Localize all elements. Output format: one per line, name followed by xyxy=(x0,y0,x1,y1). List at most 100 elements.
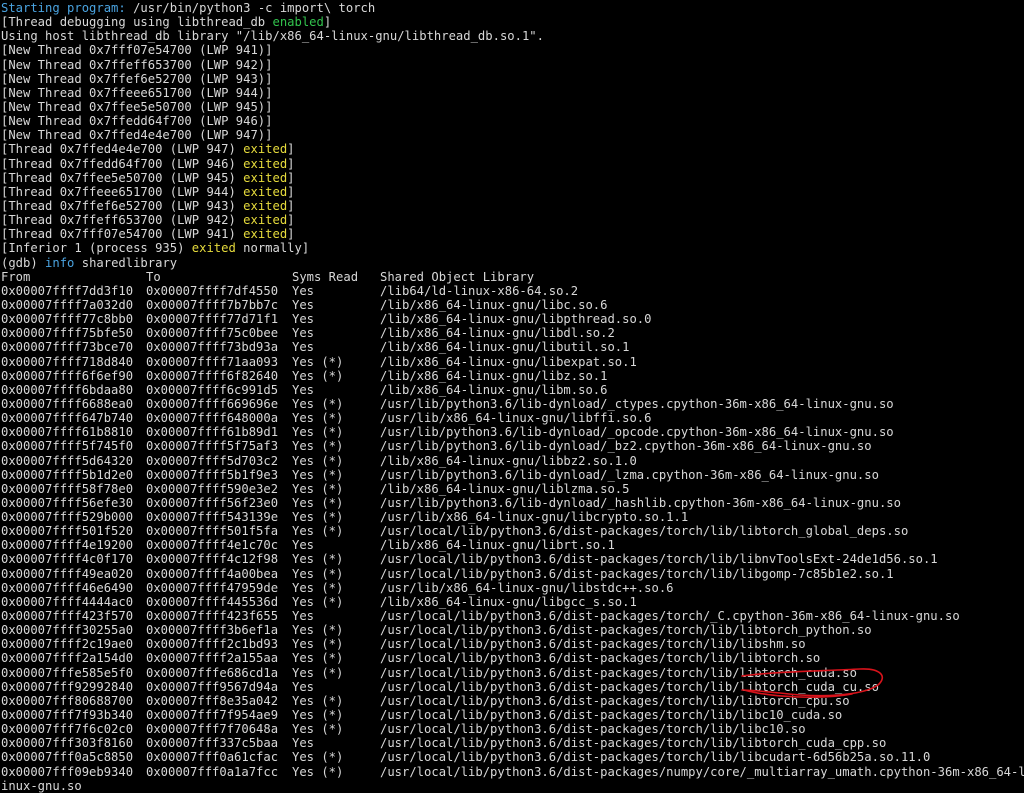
thread-text: [Thread 0x7ffef6e52700 (LWP 943) xyxy=(1,198,244,213)
library-path: /lib/x86_64-linux-gnu/libm.so.6 xyxy=(380,382,608,397)
syms-read-value: Yes (*) xyxy=(292,750,344,765)
to-address: 0x00007fff7f70648a xyxy=(146,722,279,737)
to-address: 0x00007ffff7b7bb7c xyxy=(146,297,279,312)
library-path: /usr/local/lib/python3.6/dist-packages/n… xyxy=(380,764,1024,779)
from-address: 0x00007ffff6bdaa80 xyxy=(1,382,134,397)
from-address: 0x00007ffff46e6490 xyxy=(1,580,134,595)
enabled-word: enabled xyxy=(272,15,324,30)
new-thread-line: [New Thread 0x7ffeee651700 (LWP 944)] xyxy=(1,85,273,100)
table-row: 0x00007ffff5d64320 0x00007ffff5d703c2 Yes … xyxy=(0,454,1024,468)
to-address: 0x00007ffff648000a xyxy=(146,411,279,426)
table-row: 0x00007ffff501f520 0x00007ffff501f5fa Yes … xyxy=(0,524,1024,538)
to-address: 0x00007ffff5f75af3 xyxy=(146,439,279,454)
table-row: 0x00007ffff2c19ae0 0x00007ffff2c1bd93 Yes … xyxy=(0,637,1024,651)
syms-read-value: Yes (*) xyxy=(292,368,344,383)
syms-read-value: Yes (*) xyxy=(292,580,344,595)
from-address: 0x00007ffff423f570 xyxy=(1,609,134,624)
to-address: 0x00007ffff73bd93a xyxy=(146,340,279,355)
library-path: /usr/lib/x86_64-linux-gnu/libcrypto.so.1… xyxy=(380,510,689,525)
col-syms-read: Syms Read xyxy=(292,269,359,284)
library-path: /lib/x86_64-linux-gnu/libutil.so.1 xyxy=(380,340,630,355)
syms-read-value: Yes (*) xyxy=(292,510,344,525)
from-address: 0x00007fff0a5c8850 xyxy=(1,750,134,765)
library-path: /usr/local/lib/python3.6/dist-packages/t… xyxy=(380,665,857,680)
syms-read-value: Yes (*) xyxy=(292,396,344,411)
syms-read-value: Yes xyxy=(292,382,315,397)
table-row: 0x00007ffff5f745f0 0x00007ffff5f75af3 Yes … xyxy=(0,439,1024,453)
exited-word: exited xyxy=(243,227,288,242)
syms-read-value: Yes (*) xyxy=(292,524,344,539)
syms-read-value: Yes (*) xyxy=(292,467,344,482)
table-row: 0x00007ffff56efe30 0x00007ffff56f23e0 Yes … xyxy=(0,496,1024,510)
library-path: /usr/local/lib/python3.6/dist-packages/t… xyxy=(380,623,872,638)
library-path: /lib/x86_64-linux-gnu/libc.so.6 xyxy=(380,297,608,312)
to-address: 0x00007fffe686cd1a xyxy=(146,665,279,680)
table-row: 0x00007ffff73bce70 0x00007ffff73bd93a Yes /… xyxy=(0,340,1024,354)
to-address: 0x00007fff0a1a7fcc xyxy=(146,764,279,779)
to-address: 0x00007fff337c5baa xyxy=(146,736,279,751)
thread-text: [Thread 0x7ffed4e4e700 (LWP 947) xyxy=(1,142,244,157)
table-row: 0x00007ffff77c8bb0 0x00007ffff77d71f1 Yes /… xyxy=(0,312,1024,326)
thread-debug-line: [Thread debugging using libthread_db ena… xyxy=(0,15,1024,29)
syms-read-value: Yes (*) xyxy=(292,439,344,454)
wrapped-line: inux-gnu.so xyxy=(1,778,82,793)
table-row: 0x00007ffff46e6490 0x00007ffff47959de Yes … xyxy=(0,581,1024,595)
syms-read-value: Yes (*) xyxy=(292,594,344,609)
new-thread-line: [New Thread 0x7ffedd64f700 (LWP 946)] xyxy=(1,114,273,129)
thread-close: ] xyxy=(287,184,295,199)
from-address: 0x00007ffff73bce70 xyxy=(1,340,134,355)
syms-read-value: Yes (*) xyxy=(292,637,344,652)
library-path: /lib/x86_64-linux-gnu/libpthread.so.0 xyxy=(380,312,652,327)
library-path: /usr/lib/python3.6/lib-dynload/_lzma.cpy… xyxy=(380,467,879,482)
table-row: 0x00007ffff718d840 0x00007ffff71aa093 Yes … xyxy=(0,355,1024,369)
from-address: 0x00007ffff7a032d0 xyxy=(1,297,134,312)
table-row: 0x00007ffff61b8810 0x00007ffff61b89d1 Yes … xyxy=(0,425,1024,439)
gdb-command-line[interactable]: (gdb) info sharedlibrary xyxy=(0,256,1024,270)
inferior-exit-line: [Inferior 1 (process 935) exited normall… xyxy=(0,241,1024,255)
exited-word: exited xyxy=(243,142,288,157)
thread-text: [Thread 0x7fff07e54700 (LWP 941) xyxy=(1,227,244,242)
to-address: 0x00007ffff423f655 xyxy=(146,609,279,624)
to-address: 0x00007ffff501f5fa xyxy=(146,524,279,539)
table-row: 0x00007ffff4e19200 0x00007ffff4e1c70c Yes /… xyxy=(0,538,1024,552)
inferior-exited-word: exited xyxy=(191,241,236,256)
exited-thread-line: [Thread 0x7ffedd64f700 (LWP 946) exited] xyxy=(0,157,1024,171)
table-row: 0x00007fff09eb9340 0x00007fff0a1a7fcc Yes … xyxy=(0,765,1024,779)
inferior-normally: normally] xyxy=(235,241,310,256)
to-address: 0x00007ffff4a00bea xyxy=(146,566,279,581)
from-address: 0x00007ffff2c19ae0 xyxy=(1,637,134,652)
col-to: To xyxy=(146,269,161,284)
from-address: 0x00007ffff61b8810 xyxy=(1,425,134,440)
syms-read-value: Yes (*) xyxy=(292,693,344,708)
from-address: 0x00007ffff529b000 xyxy=(1,510,134,525)
new-thread-line: [New Thread 0x7ffee5e50700 (LWP 945)] xyxy=(1,99,273,114)
syms-read-value: Yes (*) xyxy=(292,354,344,369)
from-address: 0x00007ffff49ea020 xyxy=(1,566,134,581)
table-row: 0x00007ffff6bdaa80 0x00007ffff6c991d5 Yes /… xyxy=(0,383,1024,397)
to-address: 0x00007ffff75c0bee xyxy=(146,326,279,341)
shared-library-table: 0x00007ffff7dd3f10 0x00007ffff7df4550 Yes /… xyxy=(0,284,1024,779)
library-path: /usr/local/lib/python3.6/dist-packages/t… xyxy=(380,637,806,652)
debug-text: [Thread debugging using libthread_db xyxy=(1,15,273,30)
thread-close: ] xyxy=(287,142,295,157)
syms-read-value: Yes (*) xyxy=(292,453,344,468)
from-address: 0x00007ffff718d840 xyxy=(1,354,134,369)
to-address: 0x00007fff8e35a042 xyxy=(146,693,279,708)
library-path: /usr/lib/x86_64-linux-gnu/libstdc++.so.6 xyxy=(380,580,674,595)
library-path: /lib/x86_64-linux-gnu/libz.so.1 xyxy=(380,368,608,383)
thread-text: [Thread 0x7ffedd64f700 (LWP 946) xyxy=(1,156,244,171)
col-shared-object-library: Shared Object Library xyxy=(380,269,535,284)
syms-read-value: Yes (*) xyxy=(292,481,344,496)
terminal-window[interactable]: Starting program: /usr/bin/python3 -c im… xyxy=(0,0,1024,793)
exited-word: exited xyxy=(243,198,288,213)
syms-read-value: Yes (*) xyxy=(292,425,344,440)
from-address: 0x00007fff09eb9340 xyxy=(1,764,134,779)
thread-close: ] xyxy=(287,213,295,228)
from-address: 0x00007ffff4444ac0 xyxy=(1,594,134,609)
library-path: /lib/x86_64-linux-gnu/libbz2.so.1.0 xyxy=(380,453,637,468)
to-address: 0x00007ffff77d71f1 xyxy=(146,312,279,327)
new-thread-line: [New Thread 0x7fff07e54700 (LWP 941)] xyxy=(1,43,273,58)
library-path: /lib/x86_64-linux-gnu/libdl.so.2 xyxy=(380,326,615,341)
to-address: 0x00007ffff4e1c70c xyxy=(146,538,279,553)
inferior-text: [Inferior 1 (process 935) xyxy=(1,241,192,256)
